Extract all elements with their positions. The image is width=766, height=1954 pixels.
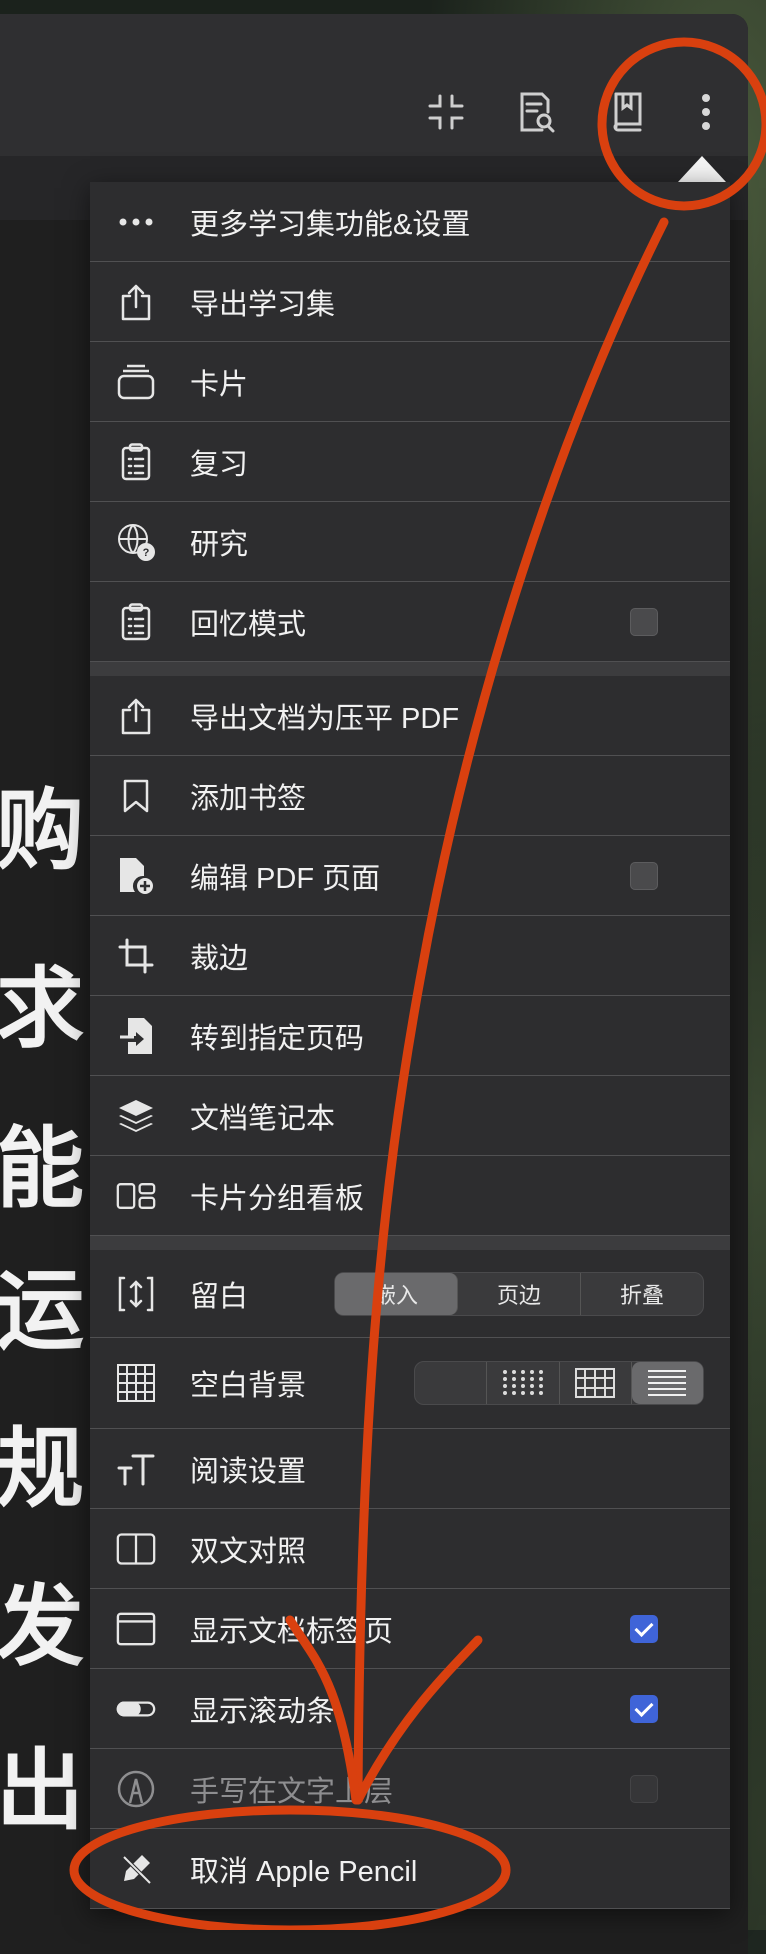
book-icon[interactable] <box>606 90 650 134</box>
bookmark-icon <box>116 776 156 816</box>
menu-item-add-bookmark[interactable]: 添加书签 <box>90 756 730 836</box>
menu-item-recall-mode[interactable]: 回忆模式 <box>90 582 730 662</box>
menu-item-label: 转到指定页码 <box>190 1022 365 1055</box>
pencil-slash-icon <box>116 1849 156 1889</box>
menu-item-cards[interactable]: 卡片 <box>90 342 730 422</box>
doc-glyph: 发 <box>0 1574 85 1678</box>
menu-separator <box>90 662 730 676</box>
menu-item-doc-notebook[interactable]: 文档笔记本 <box>90 1076 730 1156</box>
background-option-grid[interactable] <box>560 1362 632 1404</box>
ellipsis-icon <box>116 202 156 242</box>
menu-item-label: 显示文档标签页 <box>190 1615 394 1648</box>
menu-item-label: 文档笔记本 <box>190 1102 336 1135</box>
doc-glyph: 求 <box>0 956 85 1060</box>
menu-item-label: 空白背景 <box>190 1370 307 1402</box>
margin-option-embed[interactable]: 嵌入 <box>335 1272 458 1315</box>
collapse-icon[interactable] <box>424 90 468 134</box>
menu-item-label: 添加书签 <box>190 782 307 815</box>
cards-icon <box>116 362 156 402</box>
dots-icon <box>502 1370 543 1395</box>
menu-item-label: 回忆模式 <box>190 608 307 641</box>
split-view-icon <box>116 1529 156 1569</box>
clipboard-icon <box>116 602 156 642</box>
doc-glyph: 购 <box>0 778 85 882</box>
web-help-icon: ? <box>116 522 156 562</box>
background-option-lines[interactable] <box>631 1362 703 1404</box>
menu-item-export-flat-pdf[interactable]: 导出文档为压平 PDF <box>90 676 730 756</box>
scrollbar-icon <box>116 1689 156 1729</box>
menu-item-label: 卡片分组看板 <box>190 1182 365 1215</box>
menu-item-label: 留白 <box>190 1280 249 1313</box>
menu-item-show-scrollbar[interactable]: 显示滚动条 <box>90 1669 730 1749</box>
doc-glyph: 运 <box>0 1258 85 1362</box>
menu-item-label: 卡片 <box>190 368 249 401</box>
margin-option-collapse[interactable]: 折叠 <box>581 1273 703 1315</box>
menu-item-more-settings[interactable]: 更多学习集功能&设置 <box>90 182 730 262</box>
menu-item-label: 研究 <box>190 528 249 561</box>
crop-icon <box>116 936 156 976</box>
menu-item-edit-pdf-pages[interactable]: 编辑 PDF 页面 <box>90 836 730 916</box>
menu-item-label: 显示滚动条 <box>190 1695 336 1728</box>
doc-glyph: 能 <box>0 1116 85 1220</box>
toolbar <box>0 14 748 156</box>
menu-item-handwrite-above-text[interactable]: 手写在文字上层 <box>90 1749 730 1829</box>
menu-item-review[interactable]: 复习 <box>90 422 730 502</box>
more-menu: 更多学习集功能&设置 导出学习集 卡片 复习 ? 研究 回忆模式 导出文档为压平… <box>90 182 730 1909</box>
menu-item-goto-page[interactable]: 转到指定页码 <box>90 996 730 1076</box>
margin-segmented-control: 嵌入 页边 折叠 <box>334 1271 704 1316</box>
menu-separator <box>90 1236 730 1250</box>
share-icon <box>116 282 156 322</box>
menu-item-crop[interactable]: 裁边 <box>90 916 730 996</box>
show-doc-tabs-checkbox[interactable] <box>630 1614 658 1643</box>
text-size-icon <box>116 1449 156 1489</box>
board-icon <box>116 1176 156 1216</box>
menu-item-label: 取消 Apple Pencil <box>190 1855 418 1888</box>
menu-item-label: 裁边 <box>190 942 249 975</box>
svg-text:?: ? <box>143 547 150 559</box>
doc-glyph: 出 <box>0 1738 85 1842</box>
pencil-circle-icon <box>116 1769 156 1809</box>
more-vertical-icon[interactable] <box>684 90 728 134</box>
menu-item-show-doc-tabs[interactable]: 显示文档标签页 <box>90 1589 730 1669</box>
share-icon <box>116 696 156 736</box>
doc-add-icon <box>116 856 156 896</box>
grid-pattern-icon <box>575 1368 616 1398</box>
menu-item-margin: 留白 嵌入 页边 折叠 <box>90 1250 730 1338</box>
goto-page-icon <box>116 1016 156 1056</box>
menu-item-card-board[interactable]: 卡片分组看板 <box>90 1156 730 1236</box>
menu-item-bilingual[interactable]: 双文对照 <box>90 1509 730 1589</box>
show-scrollbar-checkbox[interactable] <box>630 1694 658 1723</box>
background-segmented-control <box>414 1361 704 1405</box>
menu-item-research[interactable]: ? 研究 <box>90 502 730 582</box>
menu-item-label: 更多学习集功能&设置 <box>190 208 471 241</box>
menu-item-cancel-apple-pencil[interactable]: 取消 Apple Pencil <box>90 1829 730 1909</box>
doc-glyph: 规 <box>0 1416 85 1520</box>
grid-icon <box>116 1363 156 1403</box>
menu-item-label: 复习 <box>190 448 249 481</box>
menu-item-label: 编辑 PDF 页面 <box>190 862 381 895</box>
document-search-icon[interactable] <box>514 90 558 134</box>
margin-option-page-edge[interactable]: 页边 <box>458 1272 581 1315</box>
clipboard-icon <box>116 442 156 482</box>
menu-item-label: 手写在文字上层 <box>190 1775 394 1808</box>
edit-pdf-pages-checkbox[interactable] <box>630 861 658 890</box>
recall-mode-checkbox[interactable] <box>630 607 658 636</box>
menu-item-reading-settings[interactable]: 阅读设置 <box>90 1429 730 1509</box>
popover-arrow <box>678 156 726 182</box>
menu-item-blank-background: 空白背景 <box>90 1338 730 1429</box>
background-option-blank[interactable] <box>415 1362 488 1404</box>
handwrite-above-text-checkbox[interactable] <box>630 1774 658 1803</box>
menu-item-label: 双文对照 <box>190 1535 307 1568</box>
margin-icon <box>116 1274 156 1314</box>
menu-item-label: 导出学习集 <box>190 288 336 321</box>
menu-item-export-set[interactable]: 导出学习集 <box>90 262 730 342</box>
layers-icon <box>116 1096 156 1136</box>
menu-item-label: 阅读设置 <box>190 1455 307 1488</box>
menu-item-label: 导出文档为压平 PDF <box>190 702 460 735</box>
lines-pattern-icon <box>648 1370 687 1396</box>
background-option-dots[interactable] <box>487 1362 560 1404</box>
window-icon <box>116 1609 156 1649</box>
